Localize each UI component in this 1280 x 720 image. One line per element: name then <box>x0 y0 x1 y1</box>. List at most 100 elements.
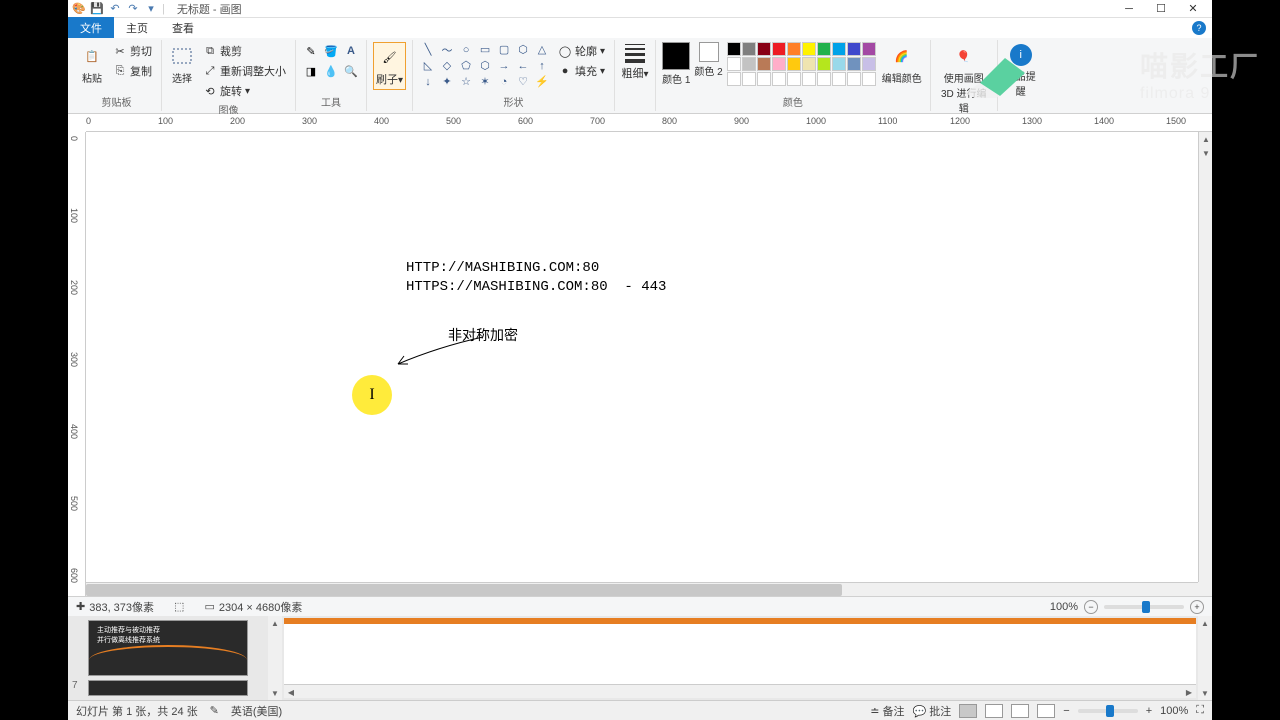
shape-rtriangle[interactable]: ◺ <box>419 58 437 73</box>
close-button[interactable]: ✕ <box>1178 1 1208 17</box>
slide-thumbnail-7[interactable] <box>88 680 248 696</box>
shape-line[interactable]: ╲ <box>419 42 437 57</box>
palette-color[interactable] <box>862 42 876 56</box>
brush-button[interactable]: 🖌 刷子▾ <box>373 42 406 90</box>
tab-file[interactable]: 文件 <box>68 17 114 39</box>
color-palette[interactable] <box>727 42 876 86</box>
zoom-in-button[interactable]: + <box>1190 600 1204 614</box>
palette-color[interactable] <box>787 72 801 86</box>
ppt-scrollbar-vertical[interactable]: ▲▼ <box>1198 616 1212 700</box>
qat-dropdown-icon[interactable]: ▾ <box>144 2 158 16</box>
paint3d-button[interactable]: 🎈 使用画图 3D 进行编辑 <box>937 42 991 117</box>
undo-icon[interactable]: ↶ <box>108 2 122 16</box>
rotate-button[interactable]: ⟲旋转▾ <box>200 82 289 100</box>
eraser-tool[interactable]: ◨ <box>302 62 320 80</box>
palette-color[interactable] <box>862 72 876 86</box>
shape-oval[interactable]: ○ <box>457 42 475 57</box>
shape-star4[interactable]: ✦ <box>438 74 456 89</box>
palette-color[interactable] <box>787 57 801 71</box>
shape-arrow-u[interactable]: ↑ <box>533 58 551 73</box>
fill-tool[interactable]: 🪣 <box>322 42 340 60</box>
help-icon[interactable]: ? <box>1192 21 1206 35</box>
shape-curve[interactable]: 〜 <box>438 42 456 57</box>
palette-color[interactable] <box>847 72 861 86</box>
palette-color[interactable] <box>832 42 846 56</box>
select-button[interactable]: 选择 <box>168 42 196 87</box>
palette-color[interactable] <box>772 72 786 86</box>
palette-color[interactable] <box>742 42 756 56</box>
tab-view[interactable]: 查看 <box>160 17 206 39</box>
color1-button[interactable]: 颜色 1 <box>662 42 690 86</box>
palette-color[interactable] <box>832 72 846 86</box>
cut-button[interactable]: ✂剪切 <box>110 42 155 60</box>
palette-color[interactable] <box>862 57 876 71</box>
crop-button[interactable]: ⧉裁剪 <box>200 42 289 60</box>
zoom-slider[interactable] <box>1104 605 1184 609</box>
scrollbar-horizontal[interactable] <box>86 582 1198 596</box>
slide-editor[interactable]: ◀▶ <box>284 618 1196 698</box>
shape-hexagon[interactable]: ⬡ <box>476 58 494 73</box>
shape-star5[interactable]: ☆ <box>457 74 475 89</box>
shape-pentagon[interactable]: ⬠ <box>457 58 475 73</box>
palette-color[interactable] <box>847 42 861 56</box>
palette-color[interactable] <box>802 72 816 86</box>
minimize-button[interactable]: ─ <box>1114 1 1144 17</box>
scrollbar-vertical[interactable]: ▲ ▼ <box>1198 132 1212 582</box>
canvas[interactable]: HTTP://MASHIBING.COM:80 HTTPS://MASHIBIN… <box>86 132 1198 582</box>
reading-view-button[interactable] <box>1011 704 1029 718</box>
shape-callout[interactable]: ◔ <box>495 74 513 89</box>
palette-color[interactable] <box>727 72 741 86</box>
palette-color[interactable] <box>727 42 741 56</box>
shape-lightning[interactable]: ⚡ <box>533 74 551 89</box>
shape-heart[interactable]: ♡ <box>514 74 532 89</box>
scrollbar-thumb[interactable] <box>86 584 842 596</box>
maximize-button[interactable]: ☐ <box>1146 1 1176 17</box>
scroll-up-icon[interactable]: ▲ <box>1199 132 1212 146</box>
pencil-tool[interactable]: ✎ <box>302 42 320 60</box>
palette-color[interactable] <box>772 42 786 56</box>
shape-fill-button[interactable]: ●填充▾ <box>555 62 608 80</box>
slide-thumbnail-6[interactable]: 主动推荐与被动推荐并行做离线推荐系统 <box>88 620 248 676</box>
notes-button[interactable]: ≐ 备注 <box>870 703 904 719</box>
ppt-zoom-slider[interactable] <box>1078 709 1138 713</box>
fit-button[interactable]: ⛶ <box>1196 704 1204 717</box>
sorter-view-button[interactable] <box>985 704 1003 718</box>
palette-color[interactable] <box>742 57 756 71</box>
shape-arrow-r[interactable]: → <box>495 58 513 73</box>
shape-rect[interactable]: ▭ <box>476 42 494 57</box>
shape-triangle[interactable]: △ <box>533 42 551 57</box>
palette-color[interactable] <box>742 72 756 86</box>
shape-diamond[interactable]: ◇ <box>438 58 456 73</box>
color2-button[interactable]: 颜色 2 <box>694 42 722 78</box>
normal-view-button[interactable] <box>959 704 977 718</box>
language-status[interactable]: 英语(美国) <box>231 703 282 719</box>
zoom-out-button[interactable]: − <box>1084 600 1098 614</box>
shape-arrow-d[interactable]: ↓ <box>419 74 437 89</box>
palette-color[interactable] <box>727 57 741 71</box>
save-icon[interactable]: 💾 <box>90 2 104 16</box>
shape-roundrect[interactable]: ▢ <box>495 42 513 57</box>
slide-thumbnails[interactable]: 主动推荐与被动推荐并行做离线推荐系统 7 <box>68 616 268 700</box>
tab-home[interactable]: 主页 <box>114 17 160 39</box>
resize-button[interactable]: ⤢重新调整大小 <box>200 62 289 80</box>
picker-tool[interactable]: 💧 <box>322 62 340 80</box>
palette-color[interactable] <box>802 57 816 71</box>
shapes-gallery[interactable]: ╲ 〜 ○ ▭ ▢ ⬡ △ ◺ ◇ ⬠ ⬡ → ← ↑ ↓ ✦ ☆ <box>419 42 551 89</box>
palette-color[interactable] <box>787 42 801 56</box>
palette-color[interactable] <box>817 42 831 56</box>
palette-color[interactable] <box>817 72 831 86</box>
palette-color[interactable] <box>817 57 831 71</box>
paste-button[interactable]: 📋 粘贴 <box>78 42 106 87</box>
stroke-button[interactable]: 粗细▾ <box>621 42 649 82</box>
text-tool[interactable]: A <box>342 42 360 60</box>
edit-colors-button[interactable]: 🌈 编辑颜色 <box>880 42 924 87</box>
redo-icon[interactable]: ↷ <box>126 2 140 16</box>
palette-color[interactable] <box>772 57 786 71</box>
palette-color[interactable] <box>802 42 816 56</box>
magnifier-tool[interactable]: 🔍 <box>342 62 360 80</box>
palette-color[interactable] <box>847 57 861 71</box>
shape-outline-button[interactable]: ◯轮廓▾ <box>555 42 608 60</box>
comments-button[interactable]: 💬 批注 <box>913 703 952 719</box>
copy-button[interactable]: ⎘复制 <box>110 62 155 80</box>
palette-color[interactable] <box>757 57 771 71</box>
